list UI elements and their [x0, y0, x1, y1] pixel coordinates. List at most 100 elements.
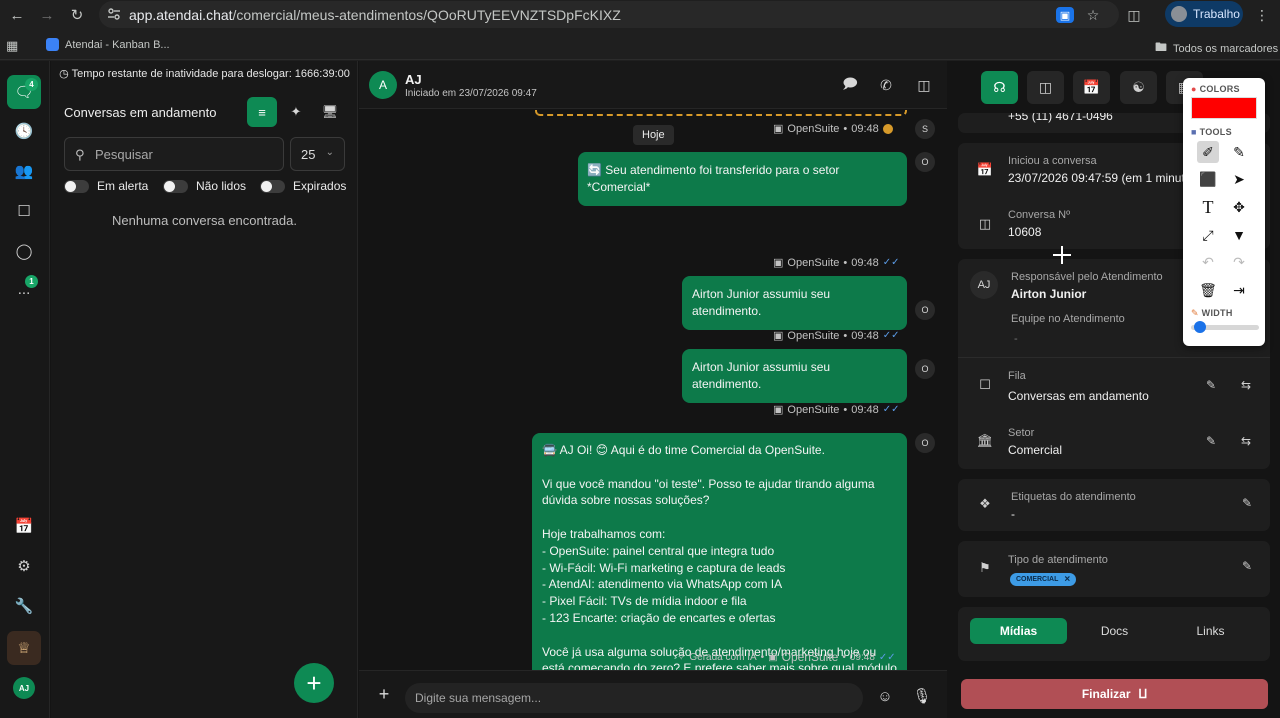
contact-name: AJ: [405, 72, 422, 87]
undo-icon[interactable]: ↶: [1197, 251, 1219, 273]
trash-icon[interactable]: 🗑: [1197, 279, 1219, 301]
reload-icon[interactable]: ↻: [62, 0, 92, 30]
nav-crown[interactable]: ♕: [7, 631, 41, 665]
read-ticks-icon: ✓✓: [882, 330, 900, 341]
ai-message-meta: ✧ Gerada com IA • ▣ OpenSuite • 09:48 ✓✓: [677, 650, 896, 664]
nav-contacts[interactable]: 👥: [7, 154, 41, 188]
calendar-icon: 📅: [14, 518, 34, 535]
eraser-icon[interactable]: ⬛: [1197, 168, 1219, 190]
nav-whatsapp[interactable]: ◯: [7, 234, 41, 268]
filter-expired[interactable]: Expirados: [260, 179, 346, 193]
exit-icon[interactable]: ⇥: [1228, 279, 1250, 301]
page-size-select[interactable]: 25 ⌄: [290, 137, 345, 171]
nav-chats[interactable]: 🗨 4: [7, 75, 41, 109]
bookmark-atendai[interactable]: Atendai - Kanban B...: [46, 38, 170, 51]
move-icon[interactable]: ✥: [1228, 196, 1250, 218]
meta-separator: •: [760, 651, 765, 663]
close-icon[interactable]: ×: [1064, 574, 1070, 585]
message-source: OpenSuite: [787, 329, 840, 342]
toggle-switch[interactable]: [64, 179, 89, 193]
message-bubble[interactable]: 🔄 Seu atendimento foi transferido para o…: [578, 152, 907, 206]
nav-settings[interactable]: ⚙: [7, 549, 41, 583]
edit-type-pencil-icon[interactable]: ✎: [1238, 557, 1256, 575]
width-slider[interactable]: [1191, 321, 1259, 333]
new-conversation-button[interactable]: +: [294, 663, 334, 703]
filter-button[interactable]: ≡: [247, 97, 277, 127]
toolbox-icon: ■: [1191, 127, 1197, 137]
back-icon[interactable]: ←: [2, 0, 32, 30]
date-separator: Hoje: [633, 125, 674, 145]
text-tool-icon[interactable]: T: [1197, 196, 1219, 218]
tab-media[interactable]: Mídias: [970, 618, 1067, 644]
resize-diagonal-icon[interactable]: ⤢: [1197, 224, 1219, 246]
attach-plus-icon[interactable]: +: [373, 683, 395, 705]
finalize-button[interactable]: Finalizar ⨿: [961, 679, 1268, 709]
palette-icon: ●: [1191, 84, 1197, 94]
phone-icon[interactable]: ✆: [876, 75, 896, 95]
edit-sector-pencil-icon[interactable]: ✎: [1202, 432, 1220, 450]
edit-tags-pencil-icon[interactable]: ✎: [1238, 494, 1256, 512]
extensions-icon[interactable]: ◫: [1124, 5, 1144, 25]
address-bar[interactable]: app.atendai.chat/comercial/meus-atendime…: [99, 1, 1119, 28]
profile-button[interactable]: Trabalho: [1165, 1, 1243, 27]
transfer-queue-icon[interactable]: ⇆: [1237, 376, 1255, 394]
message-list: ▣ OpenSuite • 09:48 S Hoje 🔄 Seu atendim…: [359, 110, 947, 670]
tab-flow[interactable]: ☯: [1120, 71, 1157, 104]
nav-calendar[interactable]: 📅: [7, 509, 41, 543]
message-bubble[interactable]: 🚍 AJ Oi! 😊 Aqui é do time Comercial da O…: [532, 433, 907, 670]
tab-support[interactable]: ☊: [981, 71, 1018, 104]
type-label: Tipo de atendimento: [1008, 554, 1108, 566]
color-swatch[interactable]: [1191, 97, 1257, 119]
pointer-icon[interactable]: ➤: [1228, 168, 1250, 190]
download-icon[interactable]: ▼: [1228, 224, 1250, 246]
chat-icon[interactable]: 🗩: [840, 75, 860, 95]
width-slider-handle[interactable]: [1193, 321, 1206, 333]
message-meta: ▣ OpenSuite • 09:48 ✓✓: [773, 403, 900, 417]
message-bubble[interactable]: Airton Junior assumiu seu atendimento.: [682, 276, 907, 330]
toggle-switch[interactable]: [163, 179, 188, 193]
transfer-sector-icon[interactable]: ⇆: [1237, 432, 1255, 450]
pen-icon[interactable]: ✎: [1228, 141, 1250, 163]
all-bookmarks[interactable]: 🖿 Todos os marcadores: [1155, 38, 1278, 59]
tab-calendar[interactable]: 📅: [1073, 71, 1110, 104]
message-input[interactable]: Digite sua mensagem...: [405, 683, 863, 713]
tab-kanban[interactable]: ◫: [1027, 71, 1064, 104]
edit-queue-pencil-icon[interactable]: ✎: [1202, 376, 1220, 394]
sidebar-toggle-icon[interactable]: ◫: [914, 75, 934, 95]
search-input[interactable]: ⚲ Pesquisar: [64, 137, 284, 171]
emoji-icon[interactable]: ☺: [874, 685, 896, 707]
message-bubble[interactable]: Airton Junior assumiu seu atendimento.: [682, 349, 907, 403]
message-source: OpenSuite: [787, 122, 840, 135]
monitor-button[interactable]: 🖥: [315, 97, 345, 127]
bookmark-star-icon[interactable]: ☆: [1083, 5, 1103, 25]
sender-avatar: S: [915, 119, 935, 139]
menu-kebab-icon[interactable]: ⋮: [1252, 5, 1272, 25]
owner-value: Airton Junior: [1011, 287, 1087, 301]
nav-history[interactable]: 🕓: [7, 114, 41, 148]
tab-links[interactable]: Links: [1162, 618, 1259, 644]
cast-icon[interactable]: ▣: [1056, 7, 1074, 23]
calendar-icon: 📅: [1082, 79, 1101, 95]
user-avatar[interactable]: AJ: [13, 677, 35, 699]
ai-chip-icon: ▣: [773, 330, 784, 342]
nav-more[interactable]: ... 1: [7, 272, 41, 306]
tab-docs[interactable]: Docs: [1066, 618, 1163, 644]
redo-icon[interactable]: ↷: [1228, 251, 1250, 273]
nav-tools[interactable]: 🔧: [7, 589, 41, 623]
message-source: OpenSuite: [787, 403, 840, 416]
type-tag[interactable]: COMERCIAL ×: [1010, 573, 1077, 586]
magic-button[interactable]: ✦: [281, 97, 311, 127]
nav-messages[interactable]: ☐: [7, 194, 41, 228]
site-info-icon[interactable]: [107, 7, 121, 21]
microphone-icon[interactable]: 🎙: [911, 685, 933, 707]
toggle-switch[interactable]: [260, 179, 285, 193]
filter-unread[interactable]: Não lidos: [163, 179, 246, 193]
ai-chip-icon: ▣: [773, 257, 784, 269]
apps-grid-icon[interactable]: ▦: [6, 38, 18, 54]
filter-alert[interactable]: Em alerta: [64, 179, 148, 193]
brush-icon[interactable]: ✐: [1197, 141, 1219, 163]
contact-avatar[interactable]: A: [369, 71, 397, 99]
forward-icon[interactable]: →: [32, 0, 62, 30]
ai-chip-icon: ▣: [773, 123, 784, 135]
conversation-number: 10608: [1008, 225, 1042, 239]
